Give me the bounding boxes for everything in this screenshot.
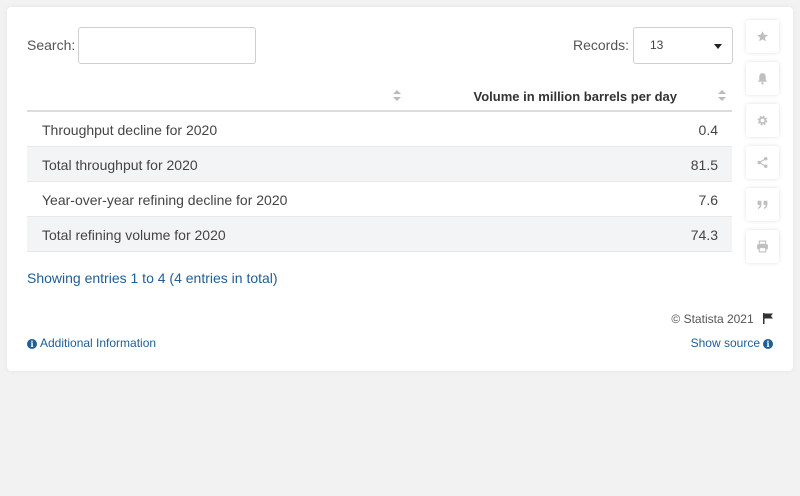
table-row: Total refining volume for 2020 74.3 — [27, 217, 732, 252]
row-label: Total throughput for 2020 — [42, 157, 198, 173]
additional-information-label: Additional Information — [40, 336, 157, 350]
row-value: 74.3 — [690, 227, 718, 243]
gear-icon — [757, 115, 768, 126]
settings-button[interactable] — [746, 104, 779, 137]
data-table: Volume in million barrels per day Throug… — [27, 82, 732, 252]
row-label: Throughput decline for 2020 — [42, 122, 218, 138]
search-label: Search: — [27, 37, 76, 53]
additional-information-link[interactable]: i Additional Information — [27, 336, 156, 350]
column-header-volume[interactable]: Volume in million barrels per day — [474, 89, 677, 104]
notification-button[interactable] — [746, 62, 779, 95]
statistic-card: Search: Records: 13 Volume in million ba… — [7, 7, 793, 371]
show-source-label: Show source — [690, 336, 760, 350]
info-icon: i — [763, 339, 773, 349]
print-button[interactable] — [746, 230, 779, 263]
info-icon: i — [27, 339, 37, 349]
share-icon — [757, 156, 768, 169]
records-value: 13 — [650, 38, 664, 52]
sort-icon[interactable] — [393, 90, 401, 102]
row-value: 81.5 — [690, 157, 718, 173]
row-label: Year-over-year refining decline for 2020 — [42, 192, 288, 208]
cite-button[interactable] — [746, 188, 779, 221]
share-button[interactable] — [746, 146, 779, 179]
copyright-text: © Statista 2021 — [671, 312, 754, 326]
table-row: Throughput decline for 2020 0.4 — [27, 112, 732, 147]
copyright: © Statista 2021 — [671, 312, 773, 326]
flag-icon[interactable] — [763, 313, 773, 324]
table-row: Year-over-year refining decline for 2020… — [27, 182, 732, 217]
table-header: Volume in million barrels per day — [27, 82, 732, 112]
records-select[interactable]: 13 — [633, 27, 733, 64]
favorite-button[interactable] — [746, 20, 779, 53]
star-icon — [757, 31, 768, 42]
table-row: Total throughput for 2020 81.5 — [27, 147, 732, 182]
print-icon — [757, 240, 768, 253]
sort-icon[interactable] — [718, 90, 726, 102]
row-value: 7.6 — [698, 192, 718, 208]
chevron-down-icon — [714, 44, 722, 49]
records-label: Records: — [573, 37, 630, 53]
entries-info: Showing entries 1 to 4 (4 entries in tot… — [27, 270, 278, 286]
row-value: 0.4 — [698, 122, 718, 138]
search-input[interactable] — [78, 27, 256, 64]
bell-icon — [757, 73, 768, 85]
quote-icon — [757, 200, 768, 209]
row-label: Total refining volume for 2020 — [42, 227, 226, 243]
show-source-link[interactable]: Show source i — [691, 336, 773, 350]
